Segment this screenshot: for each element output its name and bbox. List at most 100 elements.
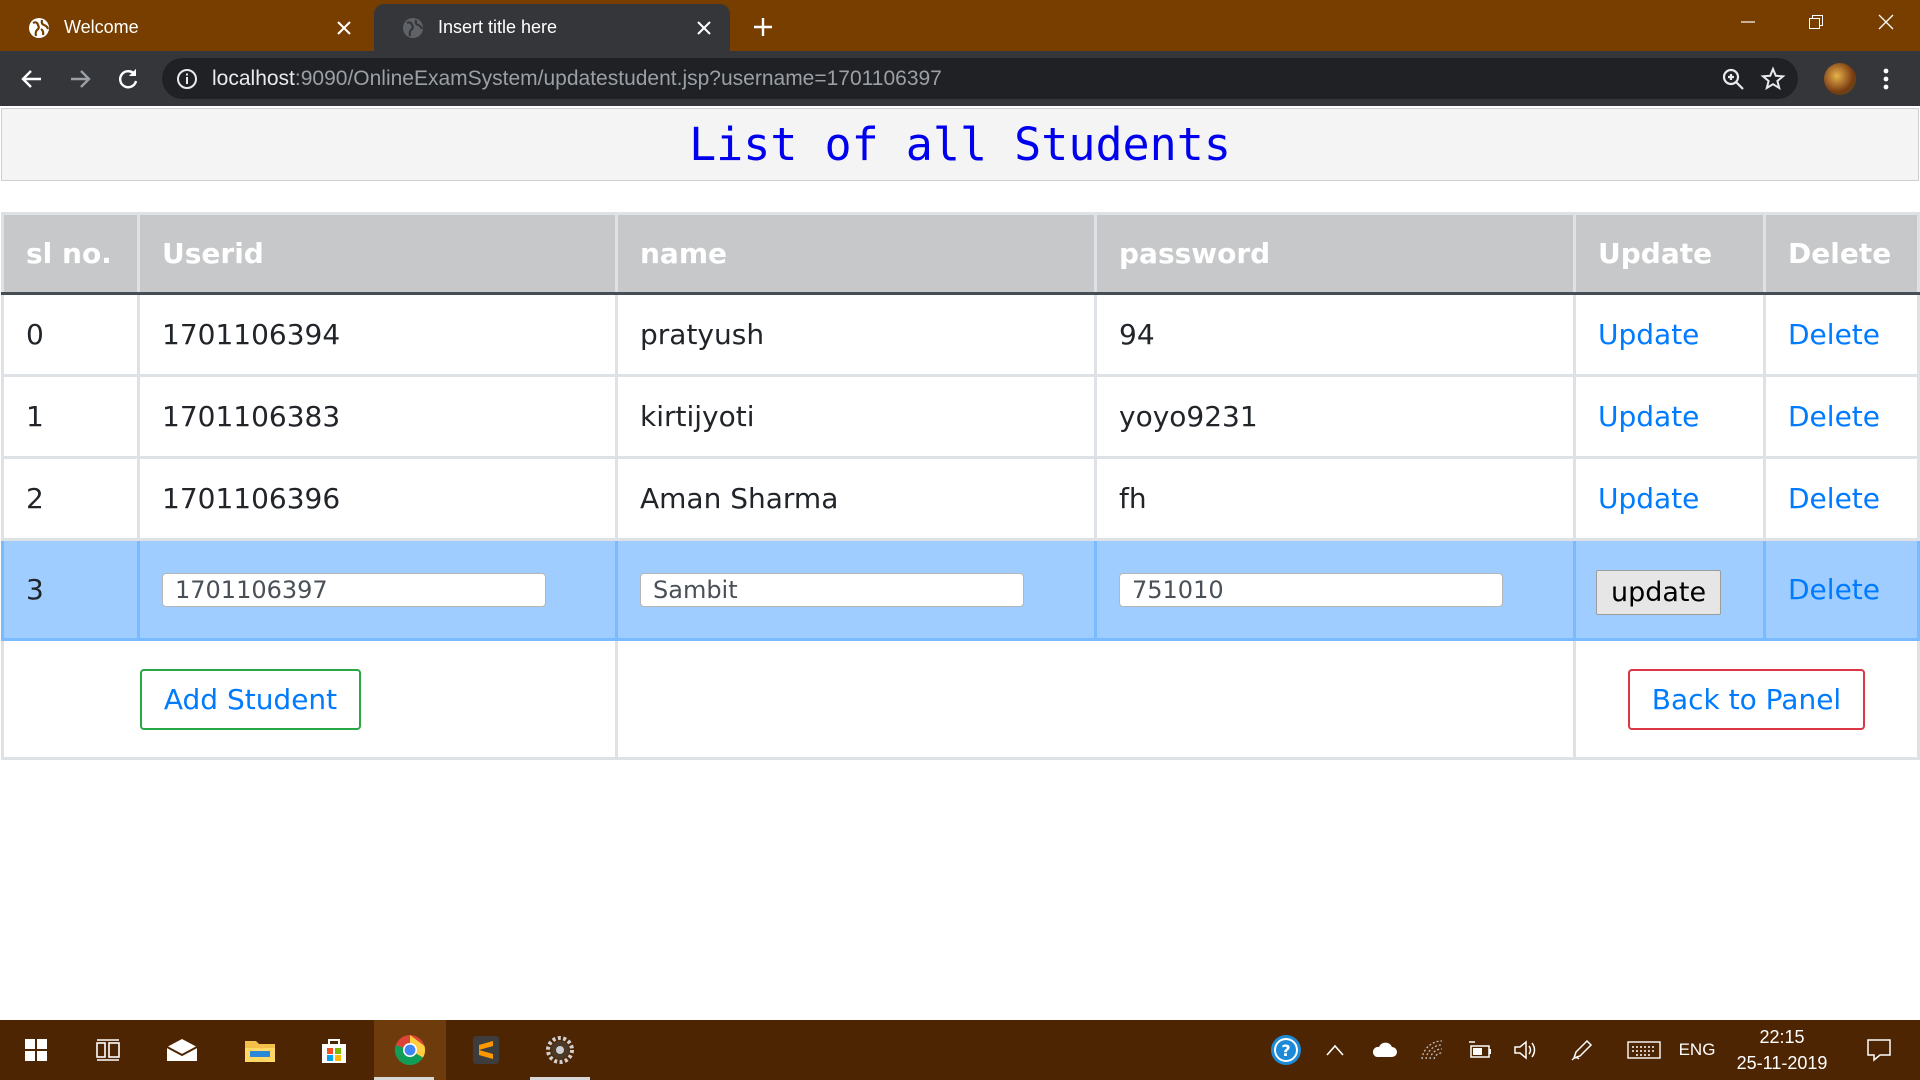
gear-icon [546, 1036, 574, 1064]
browser-titlebar: Welcome Insert title here [0, 0, 1920, 51]
url-text[interactable]: localhost:9090/OnlineExamSystem/updatest… [212, 67, 942, 91]
add-student-button[interactable]: Add Student [139, 668, 362, 730]
wifi-tray-icon[interactable] [1412, 1020, 1452, 1080]
cell-userid: 1701106383 [137, 374, 618, 459]
userid-input[interactable] [162, 573, 546, 607]
cell-userid [137, 538, 618, 641]
column-header-update: Update [1573, 212, 1766, 295]
windows-logo-icon [25, 1039, 47, 1061]
taskbar-store[interactable] [304, 1020, 364, 1080]
column-header-password: password [1094, 212, 1576, 295]
minimize-icon [1741, 21, 1755, 23]
battery-tray-icon[interactable] [1460, 1020, 1500, 1080]
cell-add-student: Add Student [1, 638, 618, 760]
close-icon[interactable] [330, 14, 358, 42]
volume-tray-icon[interactable] [1506, 1020, 1546, 1080]
taskbar-eclipse[interactable] [530, 1020, 590, 1080]
taskbar-file-explorer[interactable] [230, 1020, 290, 1080]
onedrive-tray-icon[interactable] [1364, 1020, 1404, 1080]
page-title: List of all Students [689, 118, 1231, 171]
cell-sl-no: 3 [1, 538, 140, 641]
cell-password: fh [1094, 456, 1576, 541]
cell-update: Update [1573, 292, 1766, 377]
zoom-icon[interactable] [1720, 66, 1746, 92]
update-submit-button[interactable]: update [1596, 570, 1722, 615]
cell-password [1094, 538, 1576, 641]
table-header-row: sl no. Userid name password Update Delet… [1, 212, 1920, 295]
cell-userid: 1701106394 [137, 292, 618, 377]
restore-button[interactable] [1782, 0, 1850, 44]
tab-title: Insert title here [438, 17, 558, 37]
info-icon[interactable] [176, 68, 198, 90]
clock[interactable]: 22:15 25-11-2019 [1722, 1024, 1842, 1076]
keyboard-icon [1627, 1041, 1661, 1059]
speaker-icon [1514, 1040, 1536, 1060]
start-button[interactable] [6, 1020, 66, 1080]
cell-update: Update [1573, 456, 1766, 541]
address-bar[interactable]: localhost:9090/OnlineExamSystem/updatest… [162, 58, 1798, 99]
update-link[interactable]: Update [1598, 482, 1699, 515]
cell-userid: 1701106396 [137, 456, 618, 541]
back-to-panel-button[interactable]: Back to Panel [1627, 668, 1866, 730]
taskbar-chrome[interactable] [374, 1020, 446, 1080]
taskbar-mail[interactable] [152, 1020, 212, 1080]
delete-link[interactable]: Delete [1788, 318, 1880, 351]
delete-link[interactable]: Delete [1788, 400, 1880, 433]
password-input[interactable] [1119, 573, 1503, 607]
name-input[interactable] [640, 573, 1024, 607]
heading-banner: List of all Students [1, 108, 1919, 181]
globe-icon [402, 17, 424, 39]
delete-link[interactable]: Delete [1788, 482, 1880, 515]
window-close-button[interactable] [1852, 0, 1920, 44]
table-row-editing: 3 update Delete [1, 538, 1920, 641]
arrow-left-icon [21, 70, 41, 88]
show-hidden-icons-button[interactable] [1318, 1020, 1352, 1080]
cell-back-to-panel: Back to Panel [1573, 638, 1920, 760]
column-header-userid: Userid [137, 212, 618, 295]
action-center-button[interactable] [1854, 1020, 1904, 1080]
star-icon[interactable] [1760, 66, 1786, 92]
tab-title: Welcome [64, 17, 139, 37]
pen-tray-icon[interactable] [1562, 1020, 1602, 1080]
task-view-button[interactable] [78, 1020, 138, 1080]
cell-delete: Delete [1763, 538, 1920, 641]
table-footer-row: Add Student Back to Panel [1, 638, 1920, 760]
cell-sl-no: 0 [1, 292, 140, 377]
cell-password: yoyo9231 [1094, 374, 1576, 459]
minimize-button[interactable] [1714, 0, 1782, 44]
cell-name: Aman Sharma [615, 456, 1097, 541]
globe-icon [28, 17, 50, 39]
help-tray-icon[interactable]: ? [1264, 1020, 1308, 1080]
battery-icon [1469, 1041, 1491, 1058]
back-button[interactable] [14, 61, 50, 97]
page-content: List of all Students sl no. Userid name … [0, 106, 1920, 1020]
question-icon: ? [1271, 1035, 1301, 1065]
profile-avatar[interactable] [1824, 63, 1856, 95]
tab-insert-title[interactable]: Insert title here [374, 4, 730, 51]
clock-time: 22:15 [1759, 1027, 1805, 1047]
more-menu-icon[interactable] [1870, 63, 1902, 95]
new-tab-button[interactable] [746, 10, 780, 44]
tab-welcome[interactable]: Welcome [0, 4, 370, 51]
cell-delete: Delete [1763, 374, 1920, 459]
chrome-icon [394, 1035, 426, 1066]
browser-toolbar: localhost:9090/OnlineExamSystem/updatest… [0, 51, 1920, 106]
reload-button[interactable] [110, 61, 146, 97]
column-header-sl-no: sl no. [1, 212, 140, 295]
close-icon[interactable] [690, 14, 718, 42]
language-indicator[interactable]: ENG [1674, 1020, 1720, 1080]
students-table: sl no. Userid name password Update Delet… [1, 212, 1920, 760]
update-link[interactable]: Update [1598, 400, 1699, 433]
task-view-icon [96, 1039, 120, 1061]
forward-button[interactable] [62, 61, 98, 97]
delete-link[interactable]: Delete [1788, 573, 1880, 606]
cell-name: kirtijyoti [615, 374, 1097, 459]
mail-icon [166, 1039, 198, 1061]
touch-keyboard-tray-icon[interactable] [1620, 1020, 1668, 1080]
update-link[interactable]: Update [1598, 318, 1699, 351]
cell-sl-no: 2 [1, 456, 140, 541]
taskbar-sublime-text[interactable] [456, 1020, 516, 1080]
svg-text:?: ? [1281, 1041, 1290, 1060]
folder-icon [245, 1041, 275, 1062]
cell-name: pratyush [615, 292, 1097, 377]
